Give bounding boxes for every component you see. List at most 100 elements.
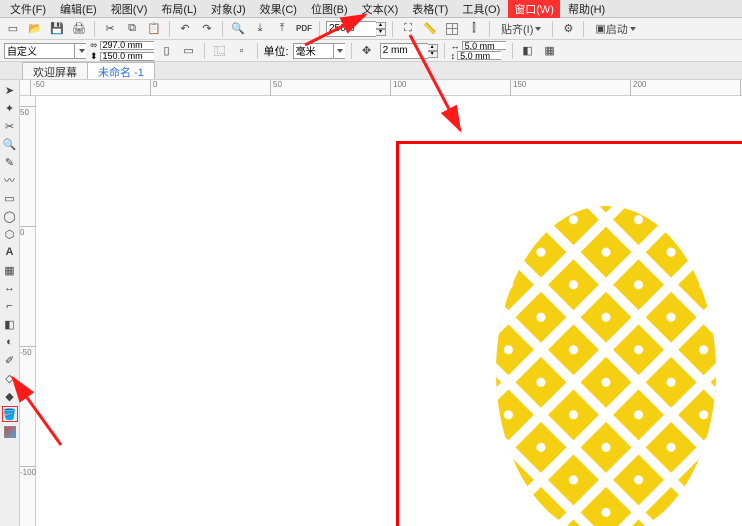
separator [204,43,205,59]
page-width-field[interactable]: ⬄297.0 mm [90,40,154,51]
show-guides-button[interactable]: ⫿ [465,20,483,38]
nudge-spinner[interactable]: ▴▾ [428,44,438,58]
menu-tools[interactable]: 工具(O) [456,0,506,18]
pick-tool[interactable]: ➤ [2,82,18,98]
snap-to-button[interactable]: 贴齐(I) [496,20,546,38]
zoom-spinner[interactable]: ▴▾ [376,22,386,36]
app-launcher-button[interactable]: ▣ 启动 [590,20,640,38]
save-button[interactable]: 💾 [48,20,66,38]
height-icon: ⬍ [90,51,98,62]
duplicate-offset: ↔5.0 mm ↕5.0 mm [451,41,506,61]
menu-edit[interactable]: 编辑(E) [54,0,103,18]
dup-x-value[interactable]: 5.0 mm [462,41,506,50]
all-pages-button[interactable]: ⿺ [211,42,229,60]
dup-y-value[interactable]: 5.0 mm [457,51,501,60]
landscape-button[interactable]: ▭ [180,42,198,60]
menu-view[interactable]: 视图(V) [105,0,154,18]
open-button[interactable]: 📂 [26,20,44,38]
menu-text[interactable]: 文本(X) [356,0,405,18]
smart-fill-tool[interactable]: 🪣 [2,406,18,422]
preset-dropdown[interactable] [74,43,86,59]
text-tool[interactable]: A [2,244,18,260]
paste-button[interactable]: 📋 [145,20,163,38]
drawing-canvas[interactable] [36,96,742,526]
grid-icon [446,23,458,35]
pineapple-body-shape[interactable] [496,206,716,526]
page-width-value[interactable]: 297.0 mm [100,41,154,50]
color-swatch[interactable] [2,424,18,440]
separator [169,21,170,37]
nudge-value[interactable]: 2 mm [380,43,428,59]
snap-label: 贴齐(I) [501,21,533,37]
separator [512,43,513,59]
fill-tool[interactable]: ◆ [2,388,18,404]
standard-toolbar: ▭ 📂 💾 🖨 ✂ ⧉ 📋 ↶ ↷ 🔍 ⤓ ⤒ PDF 250% ▴▾ ⛶ 📏 … [0,18,742,40]
tab-document-1[interactable]: 未命名 -1 [87,62,155,79]
page-height-field[interactable]: ⬍150.0 mm [90,51,154,62]
units-label: 单位: [264,43,289,59]
separator [489,21,490,37]
dimension-tool[interactable]: ↔ [2,280,18,296]
print-button[interactable]: 🖨 [70,20,88,38]
redo-button[interactable]: ↷ [198,20,216,38]
polygon-tool[interactable]: ⬡ [2,226,18,242]
connector-tool[interactable]: ⌐ [2,298,18,314]
dup-offset-x[interactable]: ↔5.0 mm [451,41,506,51]
menu-help[interactable]: 帮助(H) [562,0,611,18]
zoom-level-combo[interactable]: 250% ▴▾ [326,21,386,37]
table-tool[interactable]: ▦ [2,262,18,278]
treat-as-filled-button[interactable]: ◧ [519,42,537,60]
launch-label: 启动 [606,21,628,37]
current-page-button[interactable]: ▫ [233,42,251,60]
freehand-tool[interactable]: ✎ [2,154,18,170]
interactive-effects-tool[interactable]: ◧ [2,316,18,332]
menu-effects[interactable]: 效果(C) [254,0,303,18]
separator [222,21,223,37]
eyedropper-tool[interactable]: ✐ [2,352,18,368]
nudge-icon: ✥ [358,42,376,60]
separator [94,21,95,37]
menu-layout[interactable]: 布局(L) [155,0,202,18]
rectangle-tool[interactable]: ▭ [2,190,18,206]
shape-tool[interactable]: ✦ [2,100,18,116]
transparency-tool[interactable]: ◐ [2,334,18,350]
page-height-value[interactable]: 150.0 mm [100,52,154,61]
separator [552,21,553,37]
fullscreen-button[interactable]: ⛶ [399,20,417,38]
units-combo[interactable]: 毫米 [293,43,345,59]
zoom-value[interactable]: 250% [326,21,376,37]
artistic-media-tool[interactable]: 〰 [2,172,18,188]
copy-button[interactable]: ⧉ [123,20,141,38]
tab-welcome[interactable]: 欢迎屏幕 [22,62,88,79]
menu-bitmap[interactable]: 位图(B) [305,0,354,18]
portrait-button[interactable]: ▯ [158,42,176,60]
nudge-distance-field[interactable]: 2 mm ▴▾ [380,43,438,59]
cut-button[interactable]: ✂ [101,20,119,38]
page-preset-value[interactable]: 自定义 [4,43,74,59]
import-button[interactable]: ⤓ [251,20,269,38]
undo-button[interactable]: ↶ [176,20,194,38]
dup-offset-y[interactable]: ↕5.0 mm [451,51,506,61]
menu-bar: 文件(F) 编辑(E) 视图(V) 布局(L) 对象(J) 效果(C) 位图(B… [0,0,742,18]
separator [351,43,352,59]
menu-window[interactable]: 窗口(W) [508,0,560,18]
outline-tool[interactable]: ◇ [2,370,18,386]
publish-pdf-button[interactable]: PDF [295,20,313,38]
zoom-tool[interactable]: 🔍 [2,136,18,152]
menu-object[interactable]: 对象(J) [205,0,252,18]
menu-table[interactable]: 表格(T) [406,0,454,18]
options-button[interactable]: ⚙ [559,20,577,38]
new-doc-button[interactable]: ▭ [4,20,22,38]
chevron-down-icon [630,27,636,31]
page-preset-combo[interactable]: 自定义 [4,43,86,59]
units-dropdown[interactable] [333,43,345,59]
show-grid-button[interactable] [443,20,461,38]
units-value[interactable]: 毫米 [293,43,333,59]
menu-file[interactable]: 文件(F) [4,0,52,18]
search-button[interactable]: 🔍 [229,20,247,38]
ellipse-tool[interactable]: ◯ [2,208,18,224]
crop-tool[interactable]: ✂ [2,118,18,134]
relative-button[interactable]: ▦ [541,42,559,60]
export-button[interactable]: ⤒ [273,20,291,38]
show-rulers-button[interactable]: 📏 [421,20,439,38]
